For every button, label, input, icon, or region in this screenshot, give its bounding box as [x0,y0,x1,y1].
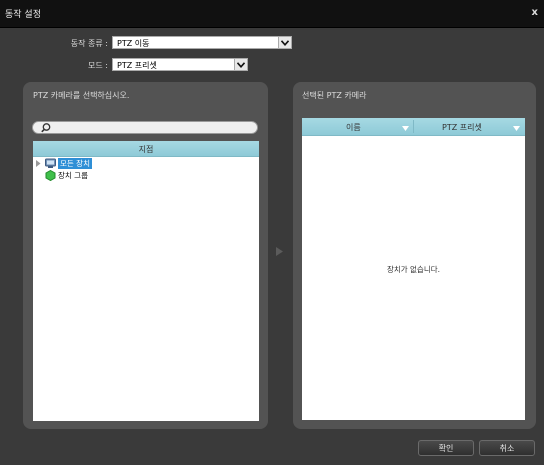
column-divider [413,120,414,133]
search-icon [40,122,52,136]
move-right-arrow-icon[interactable] [276,247,283,258]
column-name[interactable]: 이름 [346,122,361,133]
green-hexagon-icon [45,169,56,183]
tree-header: 지점 [33,141,259,157]
empty-message: 장치가 없습니다. [386,265,441,274]
mode-value: PTZ 프리셋 [117,61,157,70]
title-bar: 동작 설정 x [0,0,544,28]
sort-arrow-icon[interactable] [513,124,520,133]
column-ptz-preset[interactable]: PTZ 프리셋 [442,122,482,133]
selected-camera-table: 이름 PTZ 프리셋 장치가 없습니다. [302,118,525,420]
tree-node-label: 장치 그룹 [58,171,88,180]
sort-arrow-icon[interactable] [402,124,409,133]
device-tree: 지점 모든 장치 장치 그룹 [33,141,259,421]
camera-select-title: PTZ 카메라를 선택하십시오. [33,91,130,100]
mode-select[interactable]: PTZ 프리셋 [112,58,248,71]
chevron-down-icon[interactable] [278,37,291,48]
tree-node-label: 모든 장치 [58,158,92,169]
table-header: 이름 PTZ 프리셋 [302,118,525,136]
selected-camera-title: 선택된 PTZ 카메라 [302,91,367,100]
action-type-value: PTZ 이동 [117,39,150,48]
close-icon[interactable]: x [532,7,538,18]
expand-arrow-icon[interactable] [36,160,41,169]
ok-button[interactable]: 확인 [418,440,474,456]
action-type-label: 동작 종류 : [70,39,108,48]
window-title: 동작 설정 [5,10,41,20]
action-type-select[interactable]: PTZ 이동 [112,36,292,49]
chevron-down-icon[interactable] [234,59,247,70]
cancel-button[interactable]: 취소 [479,440,535,456]
tree-header-label: 지점 [138,145,154,154]
mode-label: 모드 : [88,61,108,70]
search-input[interactable] [32,121,258,134]
